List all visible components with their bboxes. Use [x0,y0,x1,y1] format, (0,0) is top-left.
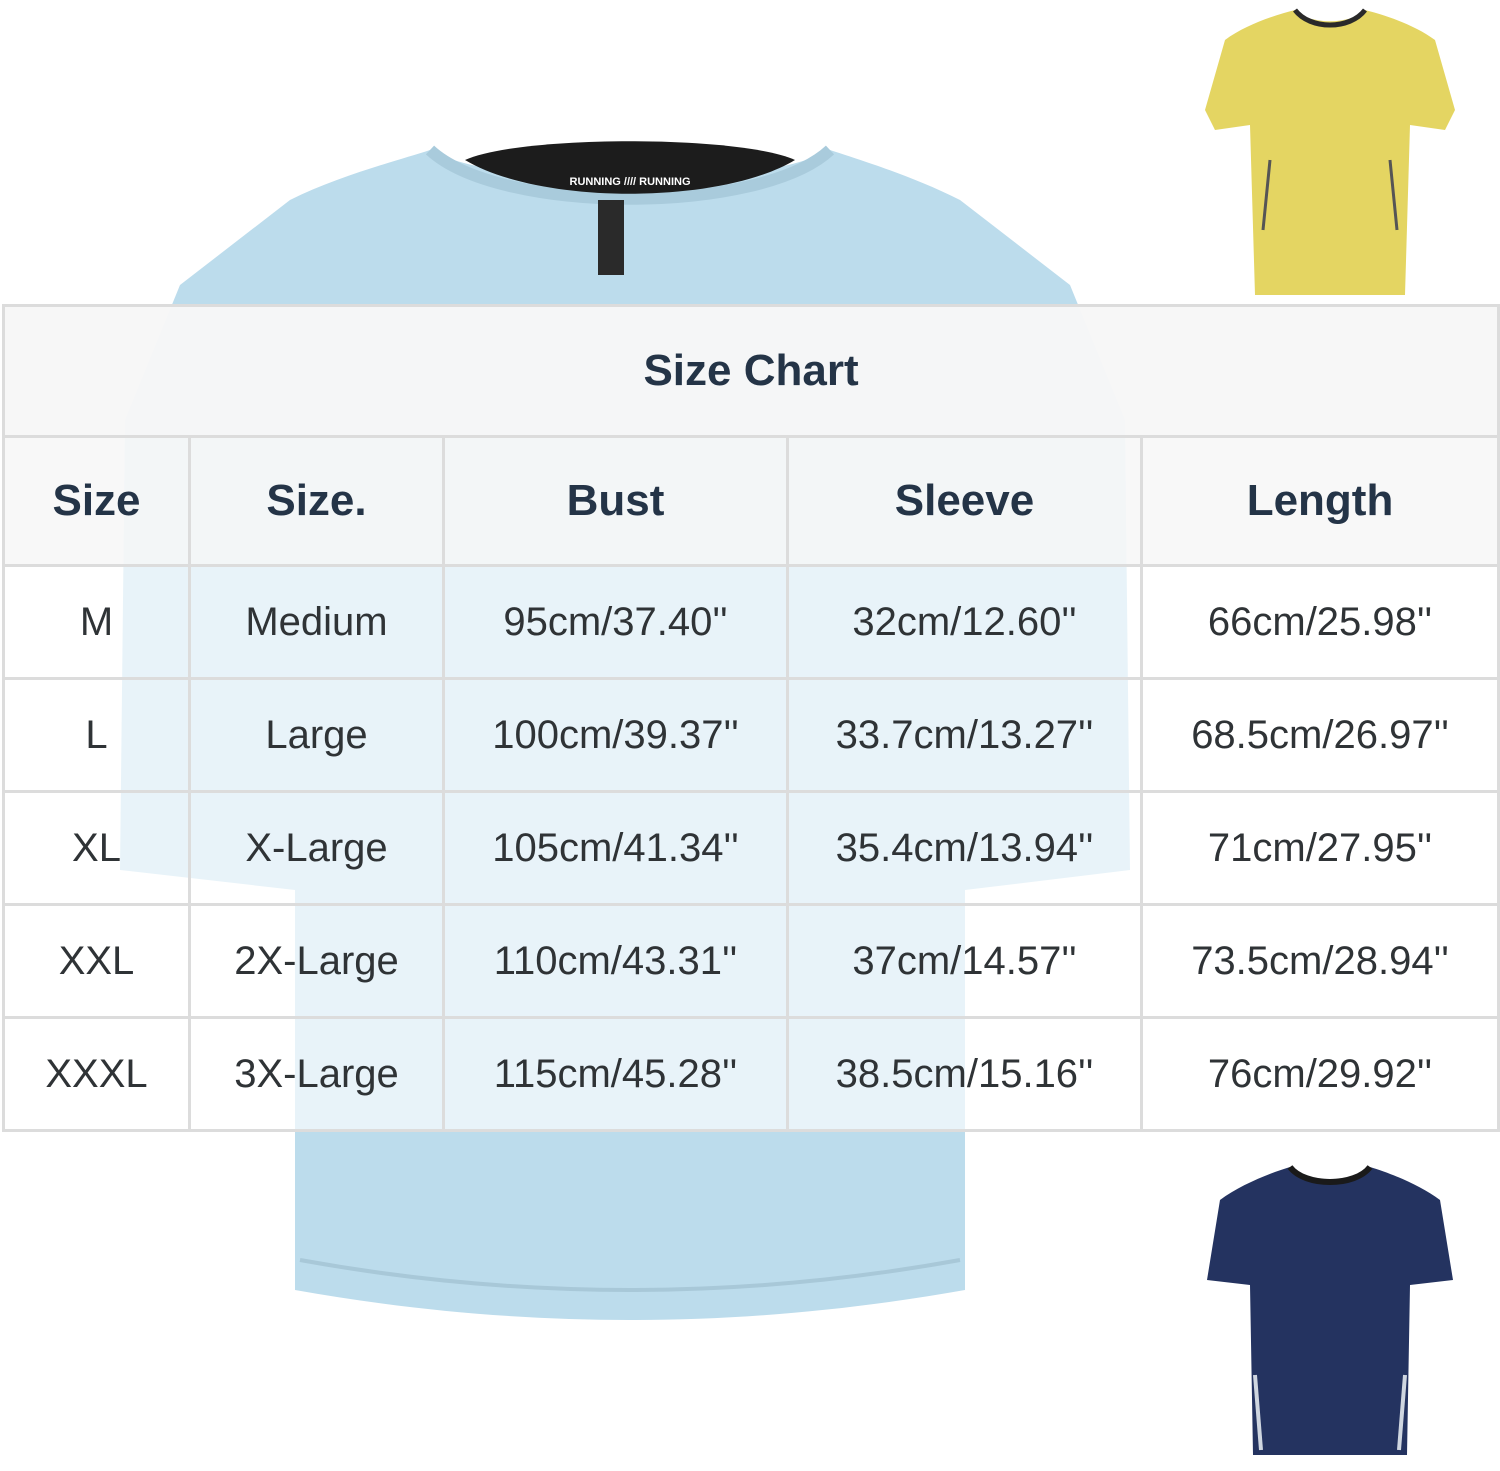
cell-sleeve: 35.4cm/13.94'' [786,790,1143,906]
cell-length: 76cm/29.92'' [1139,1016,1500,1132]
header-size: Size [2,435,191,567]
cell-size-name: 3X-Large [188,1016,445,1132]
cell-size: XL [2,790,191,906]
main-shirt-label [598,200,624,275]
table-row: XXXL 3X-Large 115cm/45.28'' 38.5cm/15.16… [2,1016,1500,1132]
cell-sleeve: 37cm/14.57'' [786,903,1143,1019]
yellow-shirt-body [1205,10,1455,295]
cell-length: 66cm/25.98'' [1139,564,1500,680]
table-row: XXL 2X-Large 110cm/43.31'' 37cm/14.57'' … [2,903,1500,1019]
header-bust: Bust [442,435,789,567]
table-row: L Large 100cm/39.37'' 33.7cm/13.27'' 68.… [2,677,1500,793]
cell-size-name: Large [188,677,445,793]
cell-size-name: X-Large [188,790,445,906]
cell-length: 68.5cm/26.97'' [1139,677,1500,793]
cell-size: M [2,564,191,680]
cell-bust: 115cm/45.28'' [442,1016,789,1132]
header-size-name: Size. [188,435,445,567]
cell-size: XXL [2,903,191,1019]
cell-bust: 105cm/41.34'' [442,790,789,906]
cell-sleeve: 38.5cm/15.16'' [786,1016,1143,1132]
navy-shirt-body [1207,1167,1453,1455]
size-chart-table: Size Chart Size Size. Bust Sleeve Length… [1,304,1500,1132]
cell-sleeve: 32cm/12.60'' [786,564,1143,680]
header-row: Size Size. Bust Sleeve Length [2,435,1500,567]
cell-bust: 110cm/43.31'' [442,903,789,1019]
cell-size-name: 2X-Large [188,903,445,1019]
header-sleeve: Sleeve [786,435,1143,567]
title-row: Size Chart [1,304,1500,438]
collar-tape-text: RUNNING //// RUNNING [570,176,691,188]
cell-bust: 95cm/37.40'' [442,564,789,680]
cell-length: 73.5cm/28.94'' [1139,903,1500,1019]
table-row: XL X-Large 105cm/41.34'' 35.4cm/13.94'' … [2,790,1500,906]
navy-shirt-image [1207,1164,1453,1455]
cell-size-name: Medium [188,564,445,680]
yellow-shirt-image [1205,8,1455,295]
cell-length: 71cm/27.95'' [1139,790,1500,906]
cell-bust: 100cm/39.37'' [442,677,789,793]
header-length: Length [1139,435,1500,567]
cell-size: XXXL [2,1016,191,1132]
table-row: M Medium 95cm/37.40'' 32cm/12.60'' 66cm/… [2,564,1500,680]
size-chart-title: Size Chart [1,304,1500,438]
cell-sleeve: 33.7cm/13.27'' [786,677,1143,793]
cell-size: L [2,677,191,793]
